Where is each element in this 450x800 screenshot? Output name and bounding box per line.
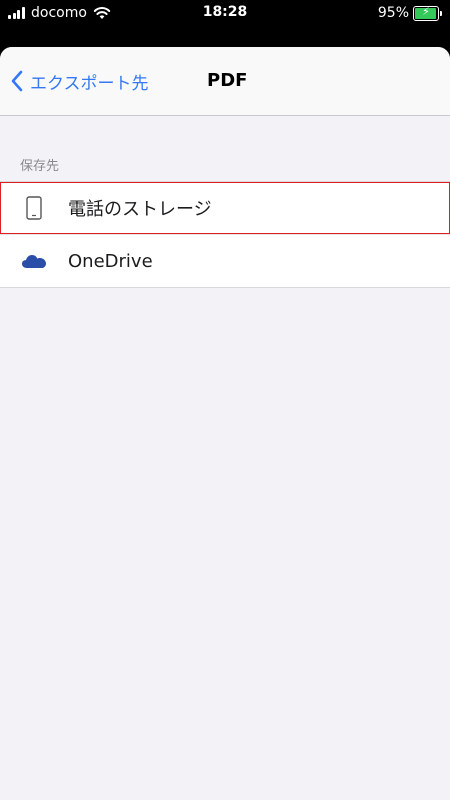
navigation-bar: エクスポート先 PDF: [0, 47, 450, 116]
battery-percentage: 95%: [377, 5, 409, 21]
charging-bolt-icon: ⚡: [422, 4, 430, 18]
phone-icon: [20, 194, 48, 222]
list-item-onedrive[interactable]: OneDrive: [0, 234, 450, 287]
list-item-phone-storage[interactable]: 電話のストレージ: [0, 182, 450, 234]
back-button[interactable]: エクスポート先: [10, 67, 149, 95]
onedrive-cloud-icon: [20, 247, 48, 275]
destination-label: OneDrive: [68, 250, 153, 272]
page-title: PDF: [207, 70, 248, 91]
status-bar: docomo 18:28 95% ⚡: [0, 0, 450, 28]
battery-cap: [440, 10, 442, 16]
chevron-left-icon: [11, 70, 23, 92]
export-sheet: エクスポート先 PDF 保存先 電話のストレージ OneDrive: [0, 47, 450, 800]
status-right: 95% ⚡: [378, 4, 442, 22]
section-header: 保存先: [20, 159, 60, 174]
destination-list: 電話のストレージ OneDrive: [0, 181, 450, 288]
battery-charging-icon: ⚡: [413, 4, 439, 21]
back-label: エクスポート先: [30, 73, 149, 94]
destination-label: 電話のストレージ: [68, 199, 212, 220]
